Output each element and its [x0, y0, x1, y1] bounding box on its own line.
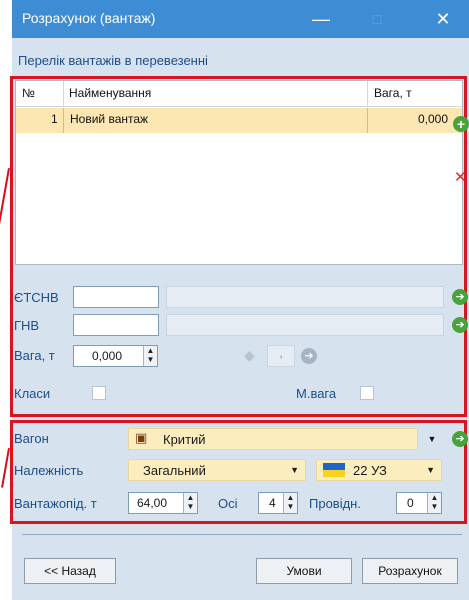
gnv-description-field [166, 314, 444, 336]
add-cargo-icon[interactable]: + [453, 116, 469, 132]
gnv-go-icon[interactable]: ➔ [452, 317, 468, 333]
cargo-table[interactable]: № Найменування Вага, т 1 Новий вантаж 0,… [15, 80, 463, 265]
classes-label: Класи [14, 386, 51, 401]
capacity-label: Вантажопід. т [14, 496, 97, 511]
etsnv-go-icon[interactable]: ➔ [452, 289, 468, 305]
window-title: Розрахунок (вантаж) [22, 10, 156, 26]
mweight-checkbox[interactable] [360, 386, 374, 400]
divider [22, 534, 462, 535]
weight-spinner[interactable]: 0,000 ▲ ▼ [73, 345, 158, 367]
weight-spin-buttons[interactable]: ▲ ▼ [143, 346, 157, 366]
minimize-button[interactable]: — [300, 0, 342, 38]
section-title: Перелік вантажів в перевезенні [18, 53, 208, 68]
railway-dropdown-arrow[interactable]: ▼ [426, 460, 435, 480]
small-disabled-field: , [267, 345, 295, 367]
wagon-type-value: Критий [163, 432, 206, 447]
capacity-spinner[interactable]: 64,00 ▲ ▼ [128, 492, 198, 514]
ukraine-flag-icon [323, 463, 345, 477]
weight-value: 0,000 [92, 349, 123, 363]
belonging-label: Належність [14, 463, 84, 478]
weight-label: Вага, т [14, 348, 55, 363]
title-bar: Розрахунок (вантаж) — □ ✕ [12, 0, 469, 38]
row-number: 1 [51, 112, 58, 126]
gnv-input[interactable] [73, 314, 159, 336]
wagon-icon: ▣ [135, 430, 148, 445]
column-header-name[interactable]: Найменування [69, 86, 151, 100]
table-header: № Найменування Вага, т [16, 81, 462, 107]
row-divider [367, 108, 368, 133]
capacity-spin-buttons[interactable]: ▲ ▼ [183, 493, 197, 513]
column-divider [367, 81, 368, 107]
axles-label: Осі [218, 496, 238, 511]
conductors-spin-buttons[interactable]: ▲ ▼ [427, 493, 441, 513]
maximize-button[interactable]: □ [356, 0, 398, 38]
belonging-select[interactable]: Загальний ▼ [128, 459, 306, 481]
calculate-button[interactable]: Розрахунок [362, 558, 458, 584]
delete-cargo-icon[interactable]: ✕ [454, 168, 467, 186]
conductors-label: Провідн. [309, 496, 361, 511]
dialog-window: Розрахунок (вантаж) — □ ✕ Перелік вантаж… [10, 0, 469, 600]
diamond-icon: ◆ [244, 347, 255, 363]
mweight-label: М.вага [296, 386, 337, 401]
belonging-dropdown-arrow[interactable]: ▼ [290, 460, 299, 480]
row-divider [63, 108, 64, 133]
railway-value: 22 УЗ [353, 463, 387, 478]
axles-value: 4 [269, 496, 276, 510]
disabled-go-icon: ➔ [301, 348, 317, 364]
column-divider [63, 81, 64, 107]
belonging-value: Загальний [143, 463, 206, 478]
etsnv-label: ЄТСНВ [14, 290, 59, 305]
axles-spin-buttons[interactable]: ▲ ▼ [283, 493, 297, 513]
wagon-dropdown-arrow[interactable]: ▼ [424, 429, 440, 449]
capacity-value: 64,00 [137, 496, 168, 510]
classes-checkbox[interactable] [92, 386, 106, 400]
column-header-number[interactable]: № [22, 86, 35, 100]
close-button[interactable]: ✕ [422, 0, 464, 38]
wagon-type-select[interactable]: ▣ Критий [128, 428, 418, 450]
axles-spinner[interactable]: 4 ▲ ▼ [258, 492, 298, 514]
row-weight: 0,000 [418, 112, 449, 126]
conductors-value: 0 [407, 496, 414, 510]
railway-select[interactable]: 22 УЗ ▼ [316, 459, 442, 481]
row-name: Новий вантаж [70, 112, 149, 126]
table-row[interactable]: 1 Новий вантаж 0,000 [16, 108, 462, 133]
wagon-go-icon[interactable]: ➔ [452, 431, 468, 447]
back-button[interactable]: << Назад [24, 558, 116, 584]
wagon-label: Вагон [14, 431, 49, 446]
gnv-label: ГНВ [14, 318, 40, 333]
column-header-weight[interactable]: Вага, т [374, 86, 412, 100]
conditions-button[interactable]: Умови [256, 558, 352, 584]
etsnv-description-field [166, 286, 444, 308]
etsnv-input[interactable] [73, 286, 159, 308]
conductors-spinner[interactable]: 0 ▲ ▼ [396, 492, 442, 514]
